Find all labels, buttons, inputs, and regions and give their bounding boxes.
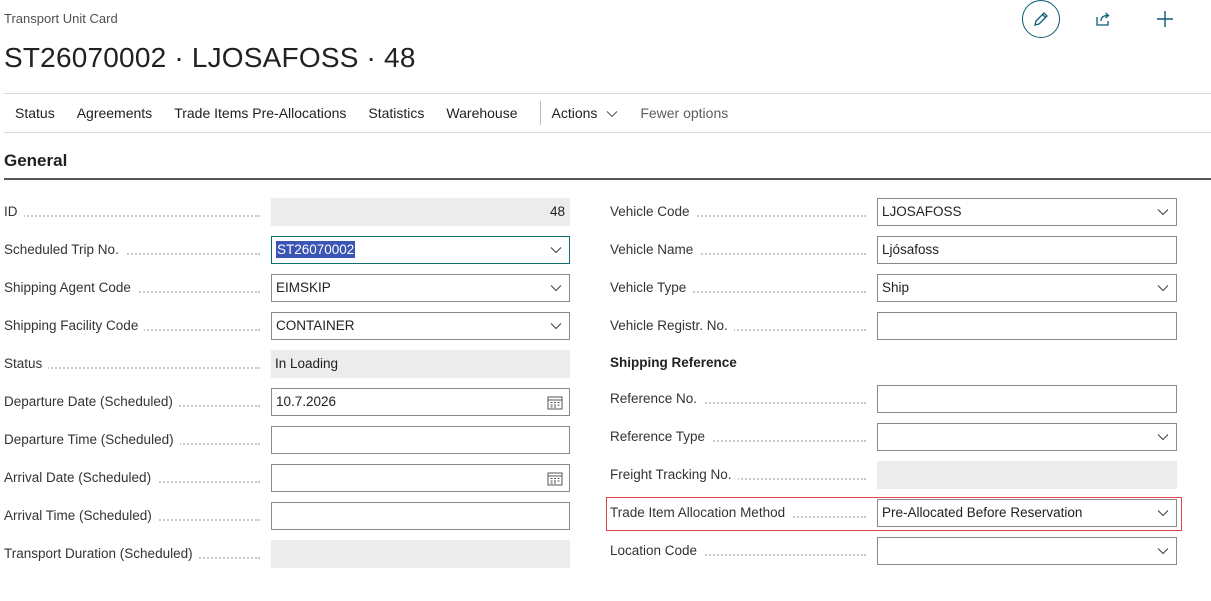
vehicle-registr-no-label: Vehicle Registr. No. [610, 318, 734, 333]
transport-duration-label: Transport Duration (Scheduled) [4, 546, 199, 561]
trade-item-allocation-method-value: Pre-Allocated Before Reservation [882, 505, 1083, 520]
vehicle-code-value: LJOSAFOSS [882, 204, 962, 219]
scheduled-trip-no-label: Scheduled Trip No. [4, 242, 125, 257]
location-code-field[interactable] [877, 537, 1177, 565]
vehicle-name-field[interactable]: Ljósafoss [877, 236, 1177, 264]
actions-menu[interactable]: Actions [552, 105, 630, 121]
shipping-reference-heading: Shipping Reference [610, 355, 737, 370]
trade-item-allocation-method-label: Trade Item Allocation Method [610, 505, 792, 520]
freight-tracking-no-label: Freight Tracking No. [610, 467, 738, 482]
shipping-agent-code-label: Shipping Agent Code [4, 280, 137, 295]
field-row-status: Status In Loading [0, 350, 600, 378]
page-title: ST26070002 · LJOSAFOSS · 48 [4, 42, 416, 73]
vehicle-name-label: Vehicle Name [610, 242, 700, 257]
section-title-general: General [4, 151, 68, 170]
vehicle-type-label: Vehicle Type [610, 280, 693, 295]
share-icon [1096, 12, 1110, 26]
field-row-freight-tracking-no: Freight Tracking No. [0, 461, 1200, 489]
field-row-vehicle-type: Vehicle Type Ship [0, 274, 1200, 302]
reference-no-label: Reference No. [610, 391, 704, 406]
action-agreements[interactable]: Agreements [66, 105, 163, 121]
section-divider [4, 178, 1211, 180]
id-label: ID [4, 204, 24, 219]
chevron-down-icon[interactable] [1156, 205, 1170, 219]
new-button[interactable] [1152, 6, 1178, 32]
field-row-vehicle-registr-no: Vehicle Registr. No. [0, 312, 1200, 340]
action-warehouse[interactable]: Warehouse [435, 105, 528, 121]
action-trade-items-pre-allocations[interactable]: Trade Items Pre-Allocations [163, 105, 357, 121]
action-status[interactable]: Status [4, 105, 66, 121]
arrival-time-label: Arrival Time (Scheduled) [4, 508, 158, 523]
vehicle-code-field[interactable]: LJOSAFOSS [877, 198, 1177, 226]
shipping-facility-code-label: Shipping Facility Code [4, 318, 145, 333]
field-row-trade-item-allocation-method: Trade Item Allocation Method Pre-Allocat… [0, 499, 1200, 527]
action-bar: Status Agreements Trade Items Pre-Alloca… [4, 94, 739, 132]
vehicle-registr-no-field[interactable] [877, 312, 1177, 340]
status-label: Status [4, 356, 49, 371]
reference-no-field[interactable] [877, 385, 1177, 413]
status-field: In Loading [271, 350, 570, 378]
chevron-down-icon[interactable] [1156, 506, 1170, 520]
freight-tracking-no-field [877, 461, 1177, 489]
plus-icon [1157, 11, 1173, 27]
edit-button[interactable] [1022, 0, 1060, 38]
field-row-vehicle-name: Vehicle Name Ljósafoss [0, 236, 1200, 264]
actions-menu-label: Actions [551, 105, 598, 121]
field-row-reference-no: Reference No. [0, 385, 1200, 413]
arrival-date-label: Arrival Date (Scheduled) [4, 470, 158, 485]
trade-item-allocation-method-field[interactable]: Pre-Allocated Before Reservation [877, 499, 1177, 527]
departure-date-label: Departure Date (Scheduled) [4, 394, 179, 409]
chevron-down-icon[interactable] [1156, 544, 1170, 558]
chevron-down-icon[interactable] [1156, 430, 1170, 444]
actionbar-bottom-divider [4, 132, 1211, 133]
location-code-label: Location Code [610, 543, 704, 558]
fewer-options-link[interactable]: Fewer options [629, 105, 739, 121]
reference-type-label: Reference Type [610, 429, 712, 444]
share-button[interactable] [1090, 6, 1116, 32]
chevron-down-icon[interactable] [1156, 281, 1170, 295]
action-statistics[interactable]: Statistics [357, 105, 435, 121]
vehicle-code-label: Vehicle Code [610, 204, 696, 219]
pencil-icon [1034, 12, 1048, 26]
departure-time-label: Departure Time (Scheduled) [4, 432, 180, 447]
action-separator [539, 101, 541, 125]
chevron-down-icon [606, 111, 618, 118]
vehicle-type-value: Ship [882, 280, 910, 295]
reference-type-field[interactable] [877, 423, 1177, 451]
field-row-vehicle-code: Vehicle Code LJOSAFOSS [0, 198, 1200, 226]
vehicle-type-field[interactable]: Ship [877, 274, 1177, 302]
field-row-reference-type: Reference Type [0, 423, 1200, 451]
page-caption: Transport Unit Card [4, 11, 118, 26]
